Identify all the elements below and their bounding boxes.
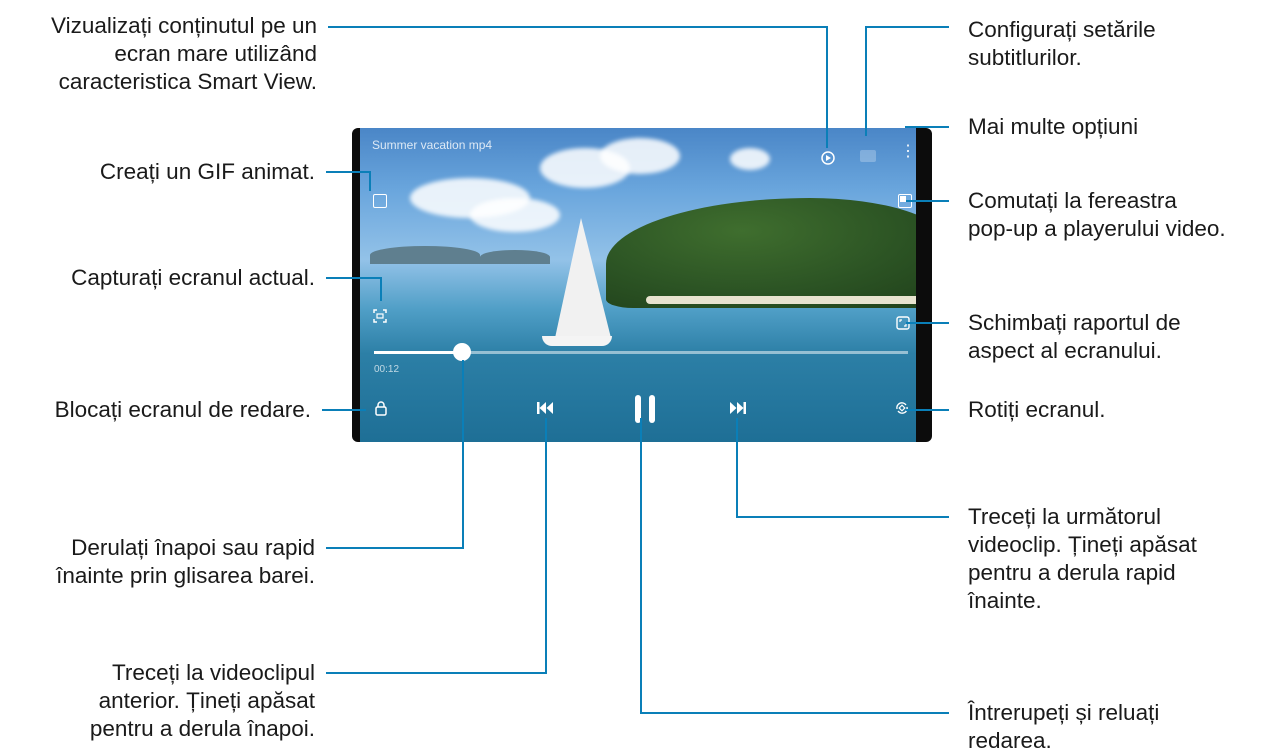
- video-screen[interactable]: Summer vacation mp4 00:12 ⋮: [360, 128, 916, 442]
- capture-icon[interactable]: [372, 308, 388, 327]
- subtitles-icon[interactable]: [860, 150, 876, 162]
- callout-capture: Capturați ecranul actual.: [71, 265, 315, 290]
- sailboat: [555, 218, 611, 338]
- current-time: 00:12: [374, 364, 400, 375]
- callout-more-options: Mai multe opțiuni: [968, 114, 1139, 139]
- more-vertical-icon[interactable]: ⋮: [900, 144, 916, 160]
- smart-view-icon[interactable]: [820, 150, 836, 169]
- callout-seek: Derulați înapoi sau rapid înainte prin g…: [56, 535, 315, 588]
- seek-handle[interactable]: [453, 343, 471, 361]
- callout-popup: Comutați la fereastra pop-up a playerulu…: [968, 188, 1226, 241]
- gif-icon[interactable]: [373, 194, 387, 208]
- callout-smart-view: Vizualizați conținutul pe un ecran mare …: [50, 13, 317, 94]
- aspect-ratio-icon[interactable]: [896, 316, 910, 333]
- callout-lock: Blocați ecranul de redare.: [54, 397, 311, 422]
- callout-pause: Întrerupeți și reluați redarea.: [968, 700, 1160, 753]
- callout-rotate: Rotiți ecranul.: [968, 397, 1106, 422]
- pause-icon[interactable]: [633, 394, 657, 429]
- callout-subtitles: Configurați setările subtitlurilor.: [968, 17, 1156, 70]
- sailboat-hull: [542, 336, 612, 346]
- callout-next: Treceți la următorul videoclip. Țineți a…: [968, 504, 1197, 613]
- beach: [646, 296, 916, 304]
- lock-icon[interactable]: [374, 400, 388, 419]
- island: [606, 198, 916, 308]
- video-title: Summer vacation mp4: [372, 138, 493, 152]
- callout-previous: Treceți la videoclipul anterior. Țineți …: [89, 660, 315, 741]
- callout-aspect: Schimbați raportul de aspect al ecranulu…: [968, 310, 1181, 363]
- callout-gif: Creați un GIF animat.: [99, 159, 315, 184]
- skip-next-icon[interactable]: [729, 400, 747, 421]
